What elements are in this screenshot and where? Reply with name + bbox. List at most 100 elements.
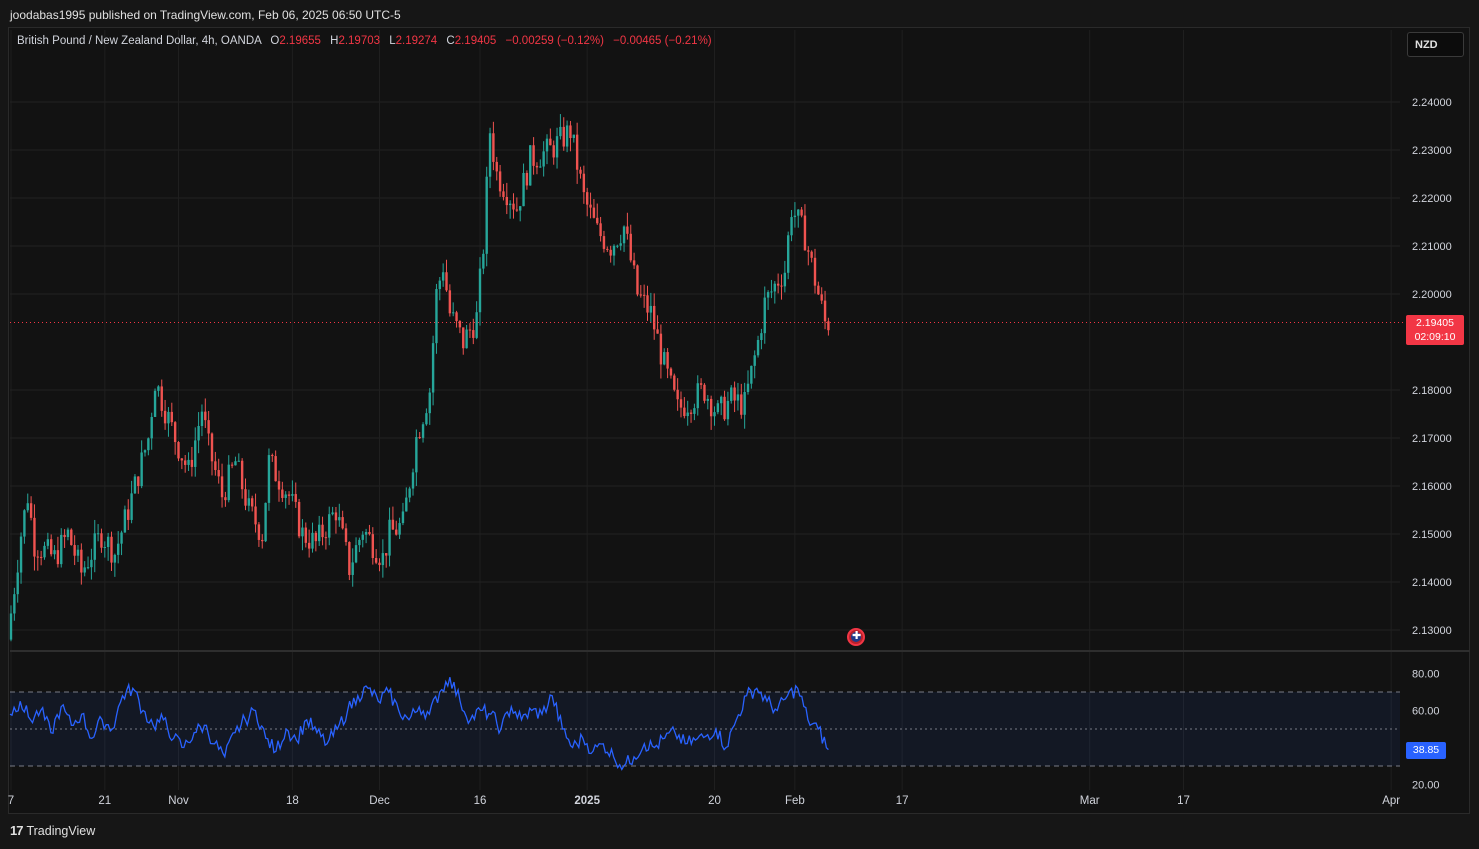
candle-body <box>408 488 411 498</box>
candle-body <box>207 420 210 434</box>
time-axis-tick: 17 <box>1177 795 1190 807</box>
candle-body <box>106 536 110 548</box>
candle-body <box>140 452 143 487</box>
candle-body <box>284 494 287 498</box>
candle-body <box>482 253 485 269</box>
uk-flag-event-icon[interactable] <box>847 628 865 646</box>
candle-body <box>224 497 227 501</box>
candle-body <box>137 476 140 487</box>
candle-body <box>190 459 194 467</box>
candle-body <box>505 196 508 206</box>
tradingview-logo[interactable]: 17 TradingView <box>10 823 95 838</box>
candle-body <box>535 165 539 168</box>
legend-symbol[interactable]: British Pound / New Zealand Dollar, 4h, … <box>17 35 261 47</box>
candle-body <box>385 553 388 556</box>
candle-body <box>706 398 709 401</box>
candle-body <box>441 272 445 281</box>
candle-body <box>348 542 351 575</box>
candle-body <box>130 493 133 520</box>
candle-body <box>642 294 646 296</box>
candle-body <box>532 145 535 166</box>
candle-body <box>736 394 740 401</box>
legend-open-label: O <box>270 35 280 47</box>
candle-body <box>33 517 36 557</box>
candle-body <box>294 494 297 502</box>
candle-body <box>163 410 167 424</box>
candle-body <box>230 464 234 466</box>
candle-body <box>726 400 730 420</box>
candle-body <box>609 249 612 256</box>
candle-body <box>646 295 649 313</box>
candle-body <box>823 300 827 322</box>
candle-body <box>374 557 378 563</box>
candle-body <box>679 399 683 408</box>
candle-body <box>485 176 488 254</box>
candle-body <box>321 524 324 538</box>
symbol-legend: British Pound / New Zealand Dollar, 4h, … <box>17 35 712 47</box>
legend-change: −0.00259 (−0.12%) <box>505 35 604 47</box>
candle-body <box>29 503 33 518</box>
candle-body <box>227 464 230 501</box>
candle-body <box>173 422 177 443</box>
legend-change-2: −0.00465 (−0.21%) <box>613 35 712 47</box>
price-axis-tick: 2.22000 <box>1412 193 1452 205</box>
candle-body <box>277 481 281 490</box>
candle-body <box>522 172 525 207</box>
candle-body <box>70 529 73 546</box>
rsi-axis-tick: 20.00 <box>1412 780 1440 792</box>
candle-body <box>311 532 314 549</box>
candle-body <box>656 329 659 334</box>
price-axis-tick: 2.13000 <box>1412 625 1452 637</box>
candle-body <box>760 333 763 340</box>
candle-body <box>475 312 478 338</box>
candle-body <box>545 138 549 152</box>
candle-body <box>468 329 472 331</box>
currency-button[interactable]: NZD <box>1407 32 1464 57</box>
candle-body <box>13 594 16 614</box>
candle-body <box>686 412 689 417</box>
candle-body <box>53 550 56 555</box>
candle-body <box>244 489 247 506</box>
candle-body <box>180 458 184 461</box>
candle-body <box>683 407 686 417</box>
candle-body <box>197 425 200 441</box>
time-axis-tick: Dec <box>369 795 390 807</box>
candle-body <box>452 312 455 314</box>
candle-body <box>495 161 498 172</box>
candle-body <box>16 572 19 595</box>
candle-body <box>800 209 803 216</box>
candle-body <box>267 455 271 503</box>
candle-body <box>733 387 736 401</box>
rsi-value-tag: 38.85 <box>1406 742 1446 759</box>
candle-body <box>80 549 83 573</box>
candle-body <box>167 411 170 424</box>
candle-body <box>498 171 502 192</box>
time-axis-tick: 21 <box>98 795 111 807</box>
time-axis-tick: Apr <box>1382 795 1400 807</box>
candle-body <box>39 556 43 558</box>
candle-body <box>773 283 776 292</box>
candle-body <box>368 532 371 535</box>
chart-canvas[interactable]: 2.24000 2.23000 2.22000 2.21000 2.20000 2.180… <box>0 0 1479 849</box>
candle-body <box>723 396 726 420</box>
candle-body <box>133 476 137 494</box>
candle-body <box>525 172 529 186</box>
candle-body <box>247 498 251 506</box>
candle-body <box>776 283 780 286</box>
candle-body <box>297 501 301 537</box>
candle-body <box>575 134 579 170</box>
candle-body <box>797 209 800 216</box>
candle-body <box>616 245 619 247</box>
tradingview-mark-icon: 17 <box>10 823 24 838</box>
candle-body <box>508 203 512 206</box>
candle-body <box>455 312 458 322</box>
candle-body <box>93 533 96 560</box>
candle-body <box>117 543 120 555</box>
candle-body <box>787 235 790 273</box>
candle-body <box>753 355 756 366</box>
candle-body <box>552 145 555 158</box>
candle-body <box>23 510 26 537</box>
candle-body <box>689 412 693 414</box>
candle-body <box>398 523 401 535</box>
candle-body <box>220 476 224 498</box>
